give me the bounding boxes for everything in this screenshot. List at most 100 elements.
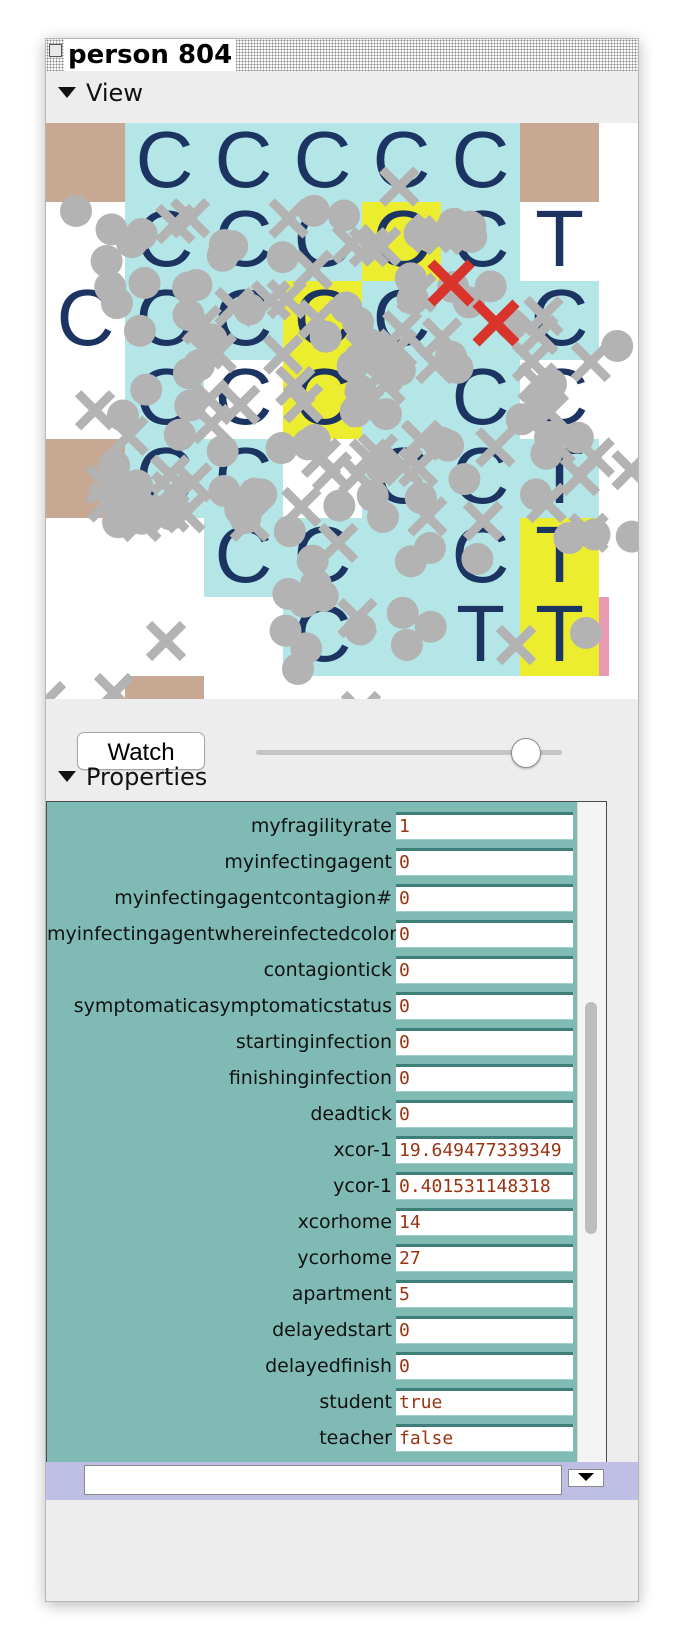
turtle bbox=[123, 314, 156, 347]
property-value: 0 bbox=[399, 1032, 410, 1053]
property-value-field[interactable]: 1 bbox=[396, 812, 573, 840]
turtle bbox=[272, 577, 305, 610]
turtle bbox=[100, 287, 133, 320]
turtle bbox=[615, 520, 638, 553]
turtle bbox=[172, 271, 205, 304]
property-value: 0 bbox=[399, 1068, 410, 1089]
property-value-field[interactable]: 0 bbox=[396, 1352, 573, 1380]
view-section-label: View bbox=[86, 79, 143, 107]
property-name: student bbox=[319, 1391, 392, 1413]
turtle bbox=[296, 544, 329, 577]
property-name: finishinginfection bbox=[228, 1067, 392, 1089]
property-name: deadtick bbox=[310, 1103, 392, 1125]
turtle bbox=[394, 545, 427, 578]
property-value-field[interactable]: 0 bbox=[396, 884, 573, 912]
turtle bbox=[309, 320, 342, 353]
patch bbox=[125, 676, 204, 699]
property-value: true bbox=[399, 1392, 443, 1413]
property-value: 27 bbox=[399, 1248, 421, 1269]
property-name: ycorhome bbox=[297, 1247, 392, 1269]
property-value: 19.649477339349 bbox=[399, 1140, 562, 1161]
turtle bbox=[534, 368, 567, 401]
patch-label: C bbox=[215, 123, 273, 204]
turtle bbox=[611, 449, 638, 491]
property-value: 0 bbox=[399, 1320, 410, 1341]
patch bbox=[520, 123, 599, 202]
turtle bbox=[95, 213, 128, 246]
property-row: contagiontick 0 bbox=[47, 952, 606, 988]
property-name: xcor-1 bbox=[333, 1139, 392, 1161]
patch-label: T bbox=[456, 589, 505, 678]
property-value-field[interactable]: 0 bbox=[396, 1028, 573, 1056]
view-svg: CCCCCTCCCCCCCCCCCCCCCCCCCCTCCCTCTT bbox=[46, 123, 638, 699]
property-value-field[interactable]: 5 bbox=[396, 1280, 573, 1308]
disclosure-triangle-icon[interactable] bbox=[58, 771, 76, 782]
turtle bbox=[106, 399, 139, 432]
property-row: xcorhome 14 bbox=[47, 1204, 606, 1240]
close-box[interactable] bbox=[49, 44, 62, 57]
property-row: myinfectingagentcontagion# 0 bbox=[47, 880, 606, 916]
turtle bbox=[195, 323, 228, 356]
turtle bbox=[327, 199, 360, 232]
property-value-field[interactable]: 14 bbox=[396, 1208, 573, 1236]
turtle bbox=[224, 493, 257, 526]
turtle bbox=[163, 418, 196, 451]
patch-label: C bbox=[136, 123, 194, 204]
command-history-dropdown[interactable] bbox=[568, 1469, 604, 1487]
property-name: myinfectingagent bbox=[224, 851, 392, 873]
property-row: teacher false bbox=[47, 1420, 606, 1456]
turtle bbox=[145, 620, 187, 662]
property-value-field[interactable]: 0 bbox=[396, 992, 573, 1020]
patch-label: T bbox=[535, 194, 584, 283]
turtle bbox=[340, 690, 382, 699]
turtle bbox=[386, 596, 419, 629]
property-name: myinfectingagentcontagion# bbox=[114, 887, 392, 909]
turtle bbox=[74, 390, 116, 431]
property-value-field[interactable]: 0 bbox=[396, 920, 573, 948]
turtle bbox=[578, 518, 611, 551]
properties-scrollbar-thumb[interactable] bbox=[585, 1002, 597, 1234]
property-row: student true bbox=[47, 1384, 606, 1420]
property-value-field[interactable]: 0 bbox=[396, 1100, 573, 1128]
property-name: myfragilityrate bbox=[250, 815, 392, 837]
disclosure-triangle-icon[interactable] bbox=[58, 87, 76, 98]
view-section-header[interactable]: View bbox=[46, 73, 638, 113]
property-row: xcor-1 19.649477339349 bbox=[47, 1132, 606, 1168]
turtle bbox=[46, 680, 67, 699]
property-name: teacher bbox=[319, 1427, 392, 1449]
patch bbox=[46, 123, 125, 202]
turtle bbox=[425, 426, 458, 459]
property-value: 14 bbox=[399, 1212, 421, 1233]
property-value-field[interactable]: false bbox=[396, 1424, 573, 1452]
turtle bbox=[172, 357, 205, 390]
property-value-field[interactable]: 19.649477339349 bbox=[396, 1136, 573, 1164]
turtle bbox=[330, 291, 363, 324]
property-row: myfragilityrate 1 bbox=[47, 808, 606, 844]
property-name: xcorhome bbox=[297, 1211, 392, 1233]
property-value: false bbox=[399, 1428, 454, 1449]
property-value-field[interactable]: 0 bbox=[396, 848, 573, 876]
turtle bbox=[206, 239, 239, 272]
turtle bbox=[282, 653, 314, 685]
property-value-field[interactable]: 0 bbox=[396, 956, 573, 984]
property-value: 0 bbox=[399, 852, 410, 873]
agent-view-canvas[interactable]: CCCCCTCCCCCCCCCCCCCCCCCCCCTCCCTCTT bbox=[46, 123, 638, 699]
property-name: delayedstart bbox=[272, 1319, 392, 1341]
property-value-field[interactable]: 0 bbox=[396, 1316, 573, 1344]
turtle bbox=[366, 500, 399, 533]
property-name: delayedfinish bbox=[265, 1355, 392, 1377]
property-value-field[interactable]: 0.401531148318 bbox=[396, 1172, 573, 1200]
command-input[interactable] bbox=[84, 1465, 562, 1495]
patch-label: C bbox=[452, 123, 510, 204]
properties-section-header[interactable]: Properties bbox=[46, 757, 638, 797]
property-row: ycorhome 27 bbox=[47, 1240, 606, 1276]
property-value-field[interactable]: 27 bbox=[396, 1244, 573, 1272]
property-name: apartment bbox=[291, 1283, 392, 1305]
turtle bbox=[461, 542, 494, 575]
title-bar[interactable]: person 804 bbox=[46, 39, 638, 71]
property-row: deadtick 0 bbox=[47, 1096, 606, 1132]
property-value-field[interactable]: true bbox=[396, 1388, 573, 1416]
property-name: contagiontick bbox=[263, 959, 392, 981]
property-row: apartment 5 bbox=[47, 1276, 606, 1312]
property-value-field[interactable]: 0 bbox=[396, 1064, 573, 1092]
